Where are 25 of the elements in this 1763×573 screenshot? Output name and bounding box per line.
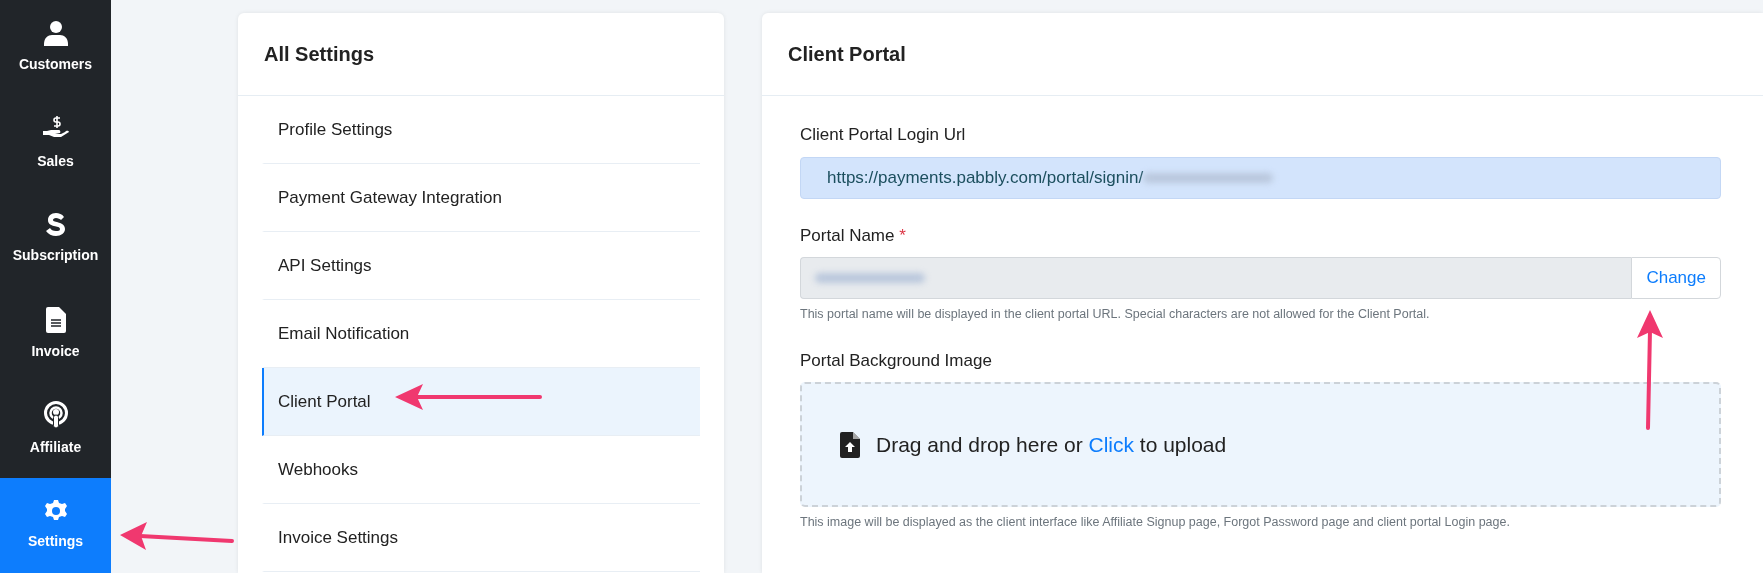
sidebar-item[interactable]: Invoice xyxy=(0,286,111,382)
settings-menu-item[interactable]: Client Portal xyxy=(262,368,700,436)
field-label: Portal Background Image xyxy=(800,349,993,372)
help-text: This image will be displayed as the client interface like Affiliate Signup page, Forgot Password page and client portal Login page. xyxy=(800,514,1511,532)
person-icon xyxy=(43,20,68,47)
portal-name-field[interactable] xyxy=(800,257,1632,299)
panel-title: Client Portal xyxy=(762,13,1763,96)
field-label: Client Portal Login Url xyxy=(800,124,967,146)
help-text: This portal name will be displayed in the client portal URL. Special characters are not allowed for the Client Portal. xyxy=(800,306,1431,323)
upload-dropzone[interactable]: Drag and drop here or Click to upload xyxy=(800,382,1721,508)
change-button[interactable]: Change xyxy=(1631,257,1721,299)
document-icon xyxy=(45,306,66,333)
sidebar-item[interactable]: Settings xyxy=(0,477,111,573)
sidebar-item[interactable]: Sales xyxy=(0,95,111,191)
sidebar-item[interactable]: Subscription xyxy=(0,191,111,287)
sidebar-item[interactable]: Affiliate xyxy=(0,382,111,478)
settings-icon xyxy=(43,498,68,523)
letter-s-icon xyxy=(44,211,67,238)
login-url-field[interactable]: https://payments.pabbly.com/portal/signin/ xyxy=(800,156,1721,199)
upload-link[interactable]: Click xyxy=(1088,433,1134,456)
podcast-icon xyxy=(42,401,69,430)
dropzone-text: Drag and drop here or Click to upload xyxy=(876,432,1227,458)
sidebar-item[interactable]: Customers xyxy=(0,0,111,96)
file-upload-icon xyxy=(840,431,860,458)
field-label: Portal Name * xyxy=(800,224,907,247)
